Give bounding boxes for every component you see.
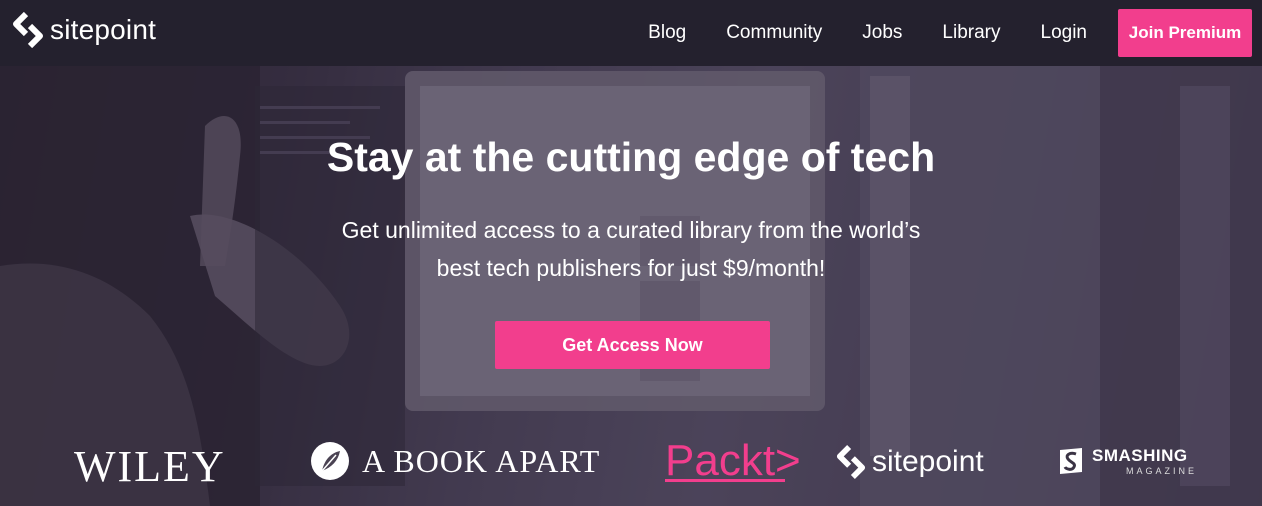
nav-jobs[interactable]: Jobs: [862, 22, 902, 44]
join-premium-button[interactable]: Join Premium: [1118, 9, 1252, 57]
nav-blog[interactable]: Blog: [648, 22, 686, 44]
hero-subtitle-line-1: Get unlimited access to a curated librar…: [341, 217, 921, 243]
a-book-apart-logo: A BOOK APART: [310, 441, 600, 481]
hero-subtitle-line-2: best tech publishers for just $9/month!: [436, 255, 826, 281]
smashing-line-1: SMASHING: [1092, 446, 1188, 465]
nav-library[interactable]: Library: [942, 22, 1000, 44]
a-book-apart-text: A BOOK APART: [362, 442, 601, 479]
hero-section: Stay at the cutting edge of tech Get unl…: [0, 66, 1262, 506]
smashing-magazine-logo: SMASHING MAGAZINE: [1056, 446, 1197, 476]
wiley-logo: WILEY: [74, 442, 226, 491]
nav-community[interactable]: Community: [726, 22, 822, 44]
hero-subtitle: Get unlimited access to a curated librar…: [0, 211, 1262, 287]
sitepoint-logo-icon: [13, 12, 43, 48]
top-nav: sitepoint Blog Community Jobs Library Lo…: [0, 0, 1262, 66]
brand-name: sitepoint: [50, 14, 157, 45]
smashing-line-2: MAGAZINE: [1126, 466, 1198, 476]
smashing-s-icon: [1060, 448, 1082, 474]
sitepoint-publisher-logo: sitepoint: [836, 444, 984, 480]
get-access-now-button[interactable]: Get Access Now: [495, 321, 770, 369]
packt-logo: Packt>: [665, 436, 801, 486]
hero-title: Stay at the cutting edge of tech: [326, 134, 936, 180]
smashing-text: SMASHING MAGAZINE: [1092, 446, 1197, 476]
packt-underline: [665, 479, 785, 482]
nav-login[interactable]: Login: [1041, 22, 1088, 44]
sitepoint-logo-icon: [836, 445, 866, 479]
brand-logo[interactable]: sitepoint: [12, 12, 156, 48]
nav-links: Blog Community Jobs Library Login Join P…: [648, 0, 1262, 66]
leaf-icon: [311, 442, 349, 480]
publisher-logos: WILEY A BOOK APART Packt> sitepoint SMAS…: [0, 436, 1262, 496]
sitepoint-publisher-text: sitepoint: [872, 445, 984, 478]
